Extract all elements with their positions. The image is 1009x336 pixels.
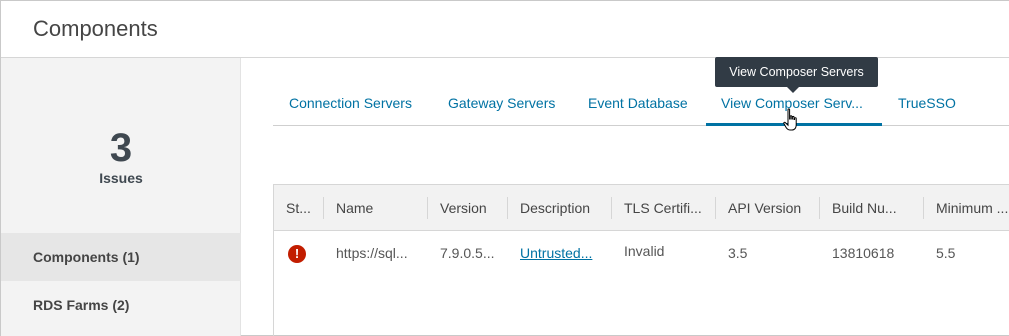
column-header-status[interactable]: St... (286, 185, 320, 231)
issues-label: Issues (99, 170, 143, 186)
sidebar: 3 Issues Components (1) RDS Farms (2) (1, 58, 241, 336)
column-divider[interactable] (427, 197, 428, 219)
column-header-build-number[interactable]: Build Nu... (832, 185, 912, 231)
tab-tooltip: View Composer Servers (715, 57, 878, 93)
cell-version: 7.9.0.5... (440, 245, 495, 261)
sidebar-item-components[interactable]: Components (1) (1, 233, 241, 281)
cell-tls-certificate: Invalid (624, 243, 665, 259)
column-header-tls-certificate[interactable]: TLS Certifi... (624, 185, 714, 231)
cell-description-link[interactable]: Untrusted... (520, 231, 604, 275)
components-table: St... Name Version Description TLS Certi… (273, 184, 1009, 336)
error-icon: ! (288, 245, 306, 263)
column-divider[interactable] (507, 197, 508, 219)
cell-minimum: 5.5 (936, 245, 956, 261)
cell-name: https://sql... (336, 245, 408, 261)
column-header-minimum[interactable]: Minimum ... (936, 185, 1009, 231)
component-tabs: Connection Servers Gateway Servers Event… (273, 84, 1009, 126)
cell-api-version: 3.5 (728, 245, 748, 261)
column-divider[interactable] (923, 197, 924, 219)
sidebar-item-rds-farms[interactable]: RDS Farms (2) (1, 281, 241, 329)
table-header: St... Name Version Description TLS Certi… (274, 185, 1009, 231)
issues-count: 3 (109, 126, 133, 170)
tab-event-database[interactable]: Event Database (588, 84, 688, 126)
column-header-description[interactable]: Description (520, 185, 610, 231)
column-divider[interactable] (819, 197, 820, 219)
column-divider[interactable] (323, 197, 324, 219)
page-header: Components (1, 1, 1009, 58)
column-header-name[interactable]: Name (336, 185, 426, 231)
column-divider[interactable] (611, 197, 612, 219)
tab-connection-servers[interactable]: Connection Servers (289, 84, 412, 126)
column-divider[interactable] (715, 197, 716, 219)
tab-gateway-servers[interactable]: Gateway Servers (448, 84, 555, 126)
page-title: Components (33, 16, 158, 41)
tab-truesso[interactable]: TrueSSO (898, 84, 956, 126)
column-header-api-version[interactable]: API Version (728, 185, 818, 231)
hand-cursor-icon (783, 108, 797, 131)
cell-build-number: 13810618 (832, 245, 895, 261)
issues-summary: 3 Issues (1, 126, 241, 186)
column-header-version[interactable]: Version (440, 185, 510, 231)
